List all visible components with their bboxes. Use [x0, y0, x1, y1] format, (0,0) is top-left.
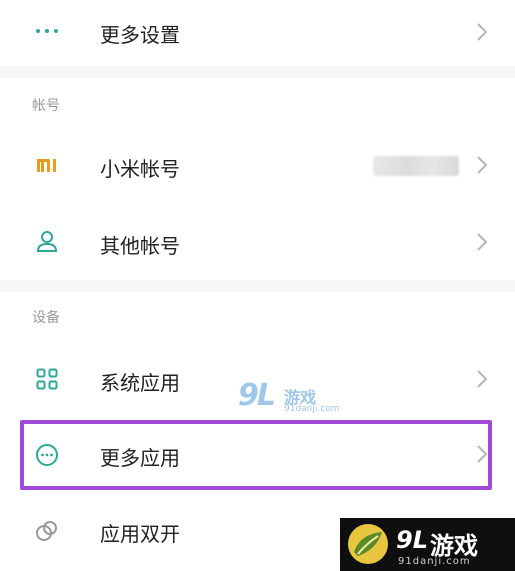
section-title-device: 设备	[32, 310, 60, 326]
watermark-corner: 9L 游戏 91danji.com	[340, 518, 515, 571]
account-value-blurred	[373, 156, 459, 176]
watermark-url: 91danji.com	[284, 404, 340, 414]
dual-circle-icon	[32, 516, 62, 546]
leaf-logo-icon	[348, 524, 388, 564]
section-gap	[0, 66, 515, 78]
mi-account-row[interactable]: 小米帐号	[0, 126, 515, 204]
system-apps-label: 系统应用	[100, 371, 180, 395]
grid-icon	[32, 364, 62, 394]
other-account-row[interactable]: 其他帐号	[0, 204, 515, 280]
section-title-account: 帐号	[32, 98, 60, 114]
other-account-label: 其他帐号	[100, 234, 180, 258]
mi-logo-icon	[32, 150, 62, 180]
watermark-center: 9L 游戏 91danji.com	[238, 378, 342, 422]
section-header-device: 设备	[0, 292, 515, 340]
corner-url: 91danji.com	[398, 556, 471, 567]
corner-logo-text: 9L	[396, 526, 428, 554]
watermark-logo-text: 9L	[238, 378, 276, 413]
section-gap	[0, 280, 515, 292]
more-settings-row[interactable]: 更多设置	[0, 0, 515, 66]
chevron-right-icon	[477, 156, 488, 174]
section-header-account: 帐号	[0, 78, 515, 126]
mi-account-label: 小米帐号	[100, 157, 180, 181]
person-icon	[32, 226, 62, 256]
dots-icon	[32, 16, 62, 46]
dual-apps-label: 应用双开	[100, 522, 180, 546]
chevron-right-icon	[477, 23, 488, 41]
more-settings-label: 更多设置	[100, 23, 180, 47]
chevron-right-icon	[477, 370, 488, 388]
highlight-box	[20, 420, 492, 490]
chevron-right-icon	[477, 233, 488, 251]
